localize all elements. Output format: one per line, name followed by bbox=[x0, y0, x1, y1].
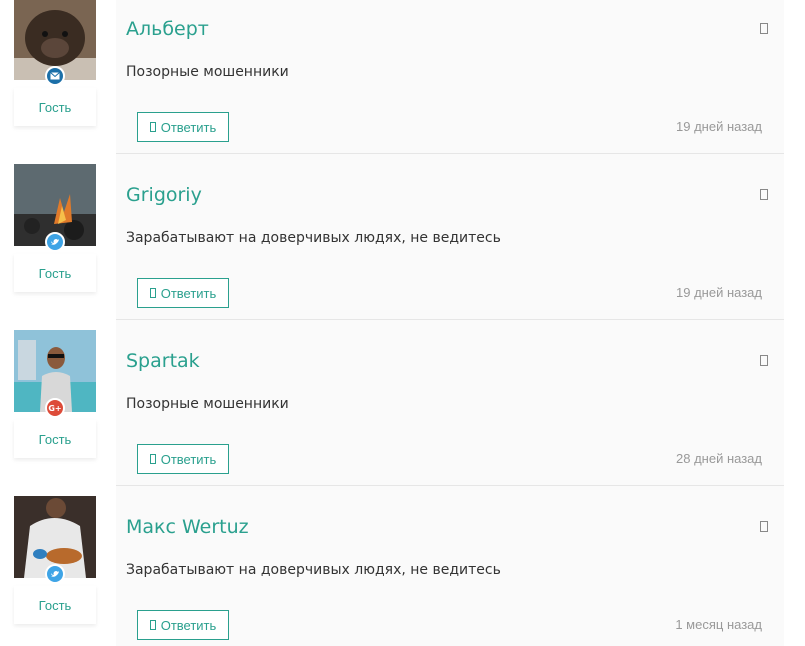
comment-timestamp: 19 дней назад bbox=[676, 285, 762, 300]
user-type-card: Гость bbox=[14, 88, 96, 126]
comment-item: G+ Гость Spartak Позорные мошенники Отве… bbox=[0, 320, 805, 486]
reply-icon bbox=[149, 122, 156, 132]
reply-label: Ответить bbox=[160, 119, 217, 135]
user-type-label: Гость bbox=[38, 431, 72, 447]
user-type-label: Гость bbox=[38, 99, 72, 115]
comment-panel: Альберт Позорные мошенники Ответить 19 д… bbox=[116, 0, 784, 154]
comment-timestamp: 1 месяц назад bbox=[675, 617, 762, 632]
comment-item: Гость Альберт Позорные мошенники Ответит… bbox=[0, 0, 805, 154]
comment-item: Гость Макс Wertuz Зарабатывают на доверч… bbox=[0, 486, 805, 646]
user-type-card: Гость bbox=[14, 586, 96, 624]
flag-icon[interactable] bbox=[760, 189, 768, 200]
comment-text: Зарабатывают на доверчивых людях, не вед… bbox=[126, 230, 501, 246]
reply-label: Ответить bbox=[160, 451, 217, 467]
user-type-label: Гость bbox=[38, 265, 72, 281]
reply-button[interactable]: Ответить bbox=[137, 444, 229, 474]
twitter-icon bbox=[45, 232, 65, 252]
author-name[interactable]: Макс Wertuz bbox=[126, 516, 249, 538]
author-name[interactable]: Spartak bbox=[126, 350, 200, 372]
user-type-card: Гость bbox=[14, 254, 96, 292]
flag-icon[interactable] bbox=[760, 521, 768, 532]
reply-icon bbox=[149, 288, 156, 298]
reply-button[interactable]: Ответить bbox=[137, 278, 229, 308]
comment-timestamp: 19 дней назад bbox=[676, 119, 762, 134]
flag-icon[interactable] bbox=[760, 23, 768, 34]
reply-icon bbox=[149, 620, 156, 630]
comment-timestamp: 28 дней назад bbox=[676, 451, 762, 466]
reply-label: Ответить bbox=[160, 285, 217, 301]
flag-icon[interactable] bbox=[760, 355, 768, 366]
comment-item: Гость Grigoriy Зарабатывают на доверчивы… bbox=[0, 154, 805, 320]
author-name[interactable]: Альберт bbox=[126, 18, 209, 40]
comment-panel: Макс Wertuz Зарабатывают на доверчивых л… bbox=[116, 486, 784, 646]
reply-icon bbox=[149, 454, 156, 464]
author-name[interactable]: Grigoriy bbox=[126, 184, 202, 206]
twitter-icon bbox=[45, 564, 65, 584]
reply-button[interactable]: Ответить bbox=[137, 112, 229, 142]
comment-text: Зарабатывают на доверчивых людях, не вед… bbox=[126, 562, 501, 578]
comment-panel: Grigoriy Зарабатывают на доверчивых людя… bbox=[116, 154, 784, 320]
comment-text: Позорные мошенники bbox=[126, 64, 289, 80]
user-type-card: Гость bbox=[14, 420, 96, 458]
reply-button[interactable]: Ответить bbox=[137, 610, 229, 640]
user-type-label: Гость bbox=[38, 597, 72, 613]
mail-icon bbox=[45, 66, 65, 86]
reply-label: Ответить bbox=[160, 617, 217, 633]
comment-panel: Spartak Позорные мошенники Ответить 28 д… bbox=[116, 320, 784, 486]
comment-text: Позорные мошенники bbox=[126, 396, 289, 412]
google-plus-icon: G+ bbox=[45, 398, 65, 418]
